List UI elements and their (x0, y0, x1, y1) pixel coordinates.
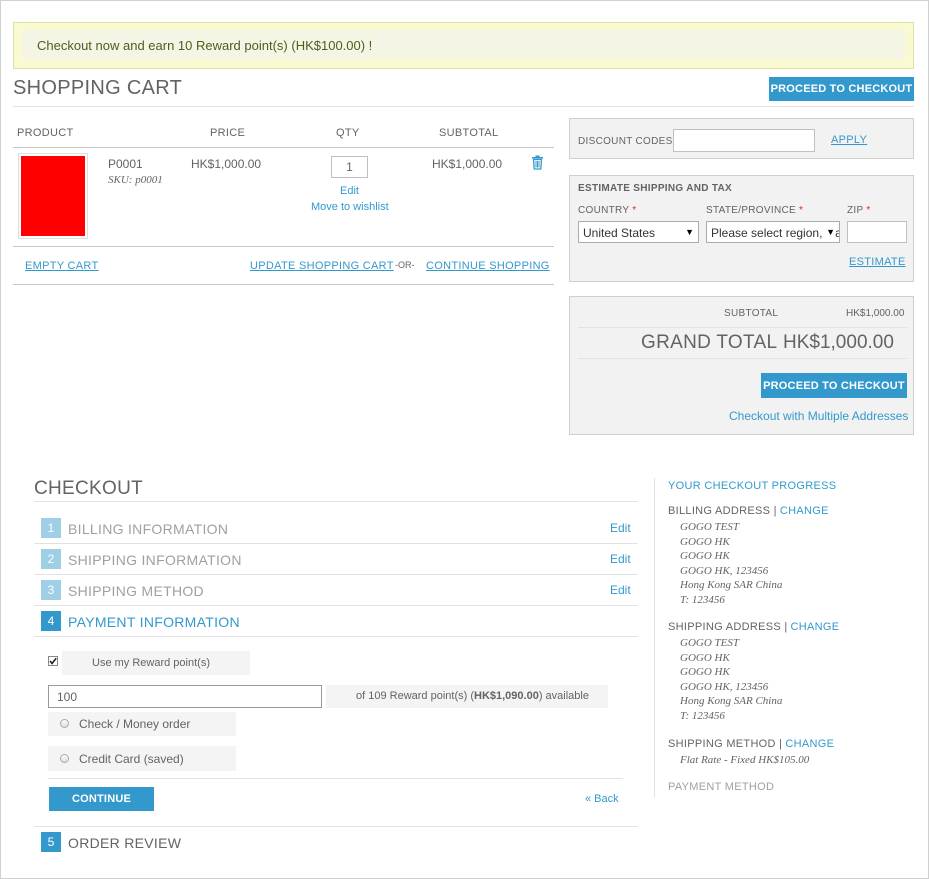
discount-panel: DISCOUNT CODES APPLY (569, 118, 914, 159)
discount-label: DISCOUNT CODES (578, 136, 673, 147)
qty-input[interactable] (331, 156, 368, 178)
step-divider (34, 543, 638, 544)
move-to-wishlist-link[interactable]: Move to wishlist (311, 201, 389, 213)
reward-notice: Checkout now and earn 10 Reward point(s)… (13, 22, 914, 69)
shipping-address-heading: SHIPPING ADDRESS | CHANGE (668, 621, 840, 633)
product-image[interactable] (18, 153, 88, 239)
cart-actions-divider (13, 284, 554, 285)
use-points-label: Use my Reward point(s) (92, 657, 210, 669)
country-label: COUNTRY * (578, 205, 637, 216)
billing-address: GOGO TEST GOGO HK GOGO HK GOGO HK, 12345… (680, 521, 783, 606)
item-subtotal: HK$1,000.00 (432, 157, 503, 171)
col-subtotal: SUBTOTAL (439, 127, 499, 139)
shipping-method-heading: SHIPPING METHOD | CHANGE (668, 738, 835, 750)
step-2-number: 2 (41, 549, 61, 569)
step-divider (34, 605, 638, 606)
step-4-number: 4 (41, 611, 61, 631)
col-price: PRICE (210, 127, 246, 139)
step-divider (34, 826, 638, 827)
change-shipping-link[interactable]: CHANGE (791, 621, 840, 633)
col-product: PRODUCT (17, 127, 74, 139)
checkout-title: CHECKOUT (34, 478, 144, 499)
cart-item-divider (13, 246, 554, 247)
product-price: HK$1,000.00 (191, 157, 262, 171)
country-select[interactable]: United States ▼ (578, 221, 699, 243)
product-sku: SKU: p0001 (108, 174, 163, 186)
zip-input[interactable] (847, 221, 907, 243)
empty-cart-link[interactable]: EMPTY CART (25, 260, 99, 272)
step-1-number: 1 (41, 518, 61, 538)
grand-total-label: GRAND TOTAL (641, 332, 778, 353)
payment-method-heading: PAYMENT METHOD (668, 781, 775, 793)
edit-shipping-method-link[interactable]: Edit (610, 583, 631, 597)
use-points-option[interactable]: Use my Reward point(s) (62, 651, 250, 675)
progress-title: YOUR CHECKOUT PROGRESS (668, 480, 837, 492)
edit-item-link[interactable]: Edit (340, 185, 359, 197)
grand-total-value: HK$1,000.00 (783, 332, 894, 353)
estimate-shipping-panel: ESTIMATE SHIPPING AND TAX COUNTRY * Unit… (569, 175, 914, 282)
step-divider (34, 574, 638, 575)
subtotal-value: HK$1,000.00 (846, 308, 905, 319)
col-qty: QTY (336, 127, 360, 139)
chevron-down-icon: ▼ (824, 227, 835, 237)
chevron-down-icon: ▼ (685, 227, 694, 237)
reward-points-input[interactable] (48, 685, 322, 708)
multi-address-link[interactable]: Checkout with Multiple Addresses (729, 409, 908, 423)
zip-label: ZIP * (847, 205, 871, 216)
step-shipping-method[interactable]: SHIPPING METHOD (68, 583, 204, 599)
cart-title: SHOPPING CART (13, 77, 183, 99)
estimate-shipping-title: ESTIMATE SHIPPING AND TAX (578, 183, 732, 194)
totals-divider-1 (578, 327, 907, 328)
step-divider (34, 636, 638, 637)
step-order-review[interactable]: ORDER REVIEW (68, 835, 181, 851)
continue-button[interactable]: CONTINUE (49, 787, 154, 811)
points-available-info: of 109 Reward point(s) (HK$1,090.00) ava… (326, 685, 608, 708)
credit-card-radio[interactable] (60, 754, 69, 763)
payment-option-check[interactable]: Check / Money order (48, 712, 236, 736)
continue-shopping-link[interactable]: CONTINUE SHOPPING (426, 260, 550, 272)
subtotal-label: SUBTOTAL (724, 308, 779, 319)
totals-divider-2 (578, 358, 907, 359)
apply-discount-link[interactable]: APPLY (831, 134, 867, 146)
estimate-link[interactable]: ESTIMATE (849, 256, 906, 268)
product-name[interactable]: P0001 (108, 157, 143, 171)
change-shipping-method-link[interactable]: CHANGE (785, 738, 834, 750)
trash-icon[interactable] (531, 155, 544, 173)
use-points-checkbox[interactable] (48, 655, 58, 669)
discount-code-input[interactable] (673, 129, 815, 152)
product-image-fill (21, 156, 85, 236)
check-money-order-label: Check / Money order (79, 717, 191, 731)
progress-divider (654, 478, 655, 798)
state-label: STATE/PROVINCE * (706, 205, 804, 216)
shipping-address: GOGO TEST GOGO HK GOGO HK GOGO HK, 12345… (680, 637, 783, 722)
reward-notice-text: Checkout now and earn 10 Reward point(s)… (37, 38, 373, 53)
edit-shipping-link[interactable]: Edit (610, 552, 631, 566)
payment-option-card[interactable]: Credit Card (saved) (48, 746, 236, 771)
billing-address-heading: BILLING ADDRESS | CHANGE (668, 505, 829, 517)
step-5-number: 5 (41, 832, 61, 852)
step-3-number: 3 (41, 580, 61, 600)
change-billing-link[interactable]: CHANGE (780, 505, 829, 517)
edit-billing-link[interactable]: Edit (610, 521, 631, 535)
checkout-title-divider (34, 501, 638, 502)
cart-title-divider (13, 106, 914, 107)
proceed-to-checkout-button[interactable]: PROCEED TO CHECKOUT (761, 373, 907, 398)
totals-panel: SUBTOTAL HK$1,000.00 GRAND TOTAL HK$1,00… (569, 296, 914, 435)
credit-card-label: Credit Card (saved) (79, 752, 184, 766)
back-link[interactable]: « Back (585, 793, 619, 805)
cart-header-divider (13, 147, 554, 148)
or-separator: -OR- (395, 260, 415, 270)
update-cart-link[interactable]: UPDATE SHOPPING CART (250, 260, 394, 272)
state-select[interactable]: Please select region, state or province … (706, 221, 840, 243)
step-payment-information[interactable]: PAYMENT INFORMATION (68, 614, 240, 630)
check-money-order-radio[interactable] (60, 719, 69, 728)
proceed-to-checkout-top-button[interactable]: PROCEED TO CHECKOUT (769, 77, 914, 101)
step-shipping-information[interactable]: SHIPPING INFORMATION (68, 552, 242, 568)
shipping-method-value: Flat Rate - Fixed HK$105.00 (680, 754, 810, 766)
payment-divider (48, 778, 623, 779)
step-billing-information[interactable]: BILLING INFORMATION (68, 521, 228, 537)
